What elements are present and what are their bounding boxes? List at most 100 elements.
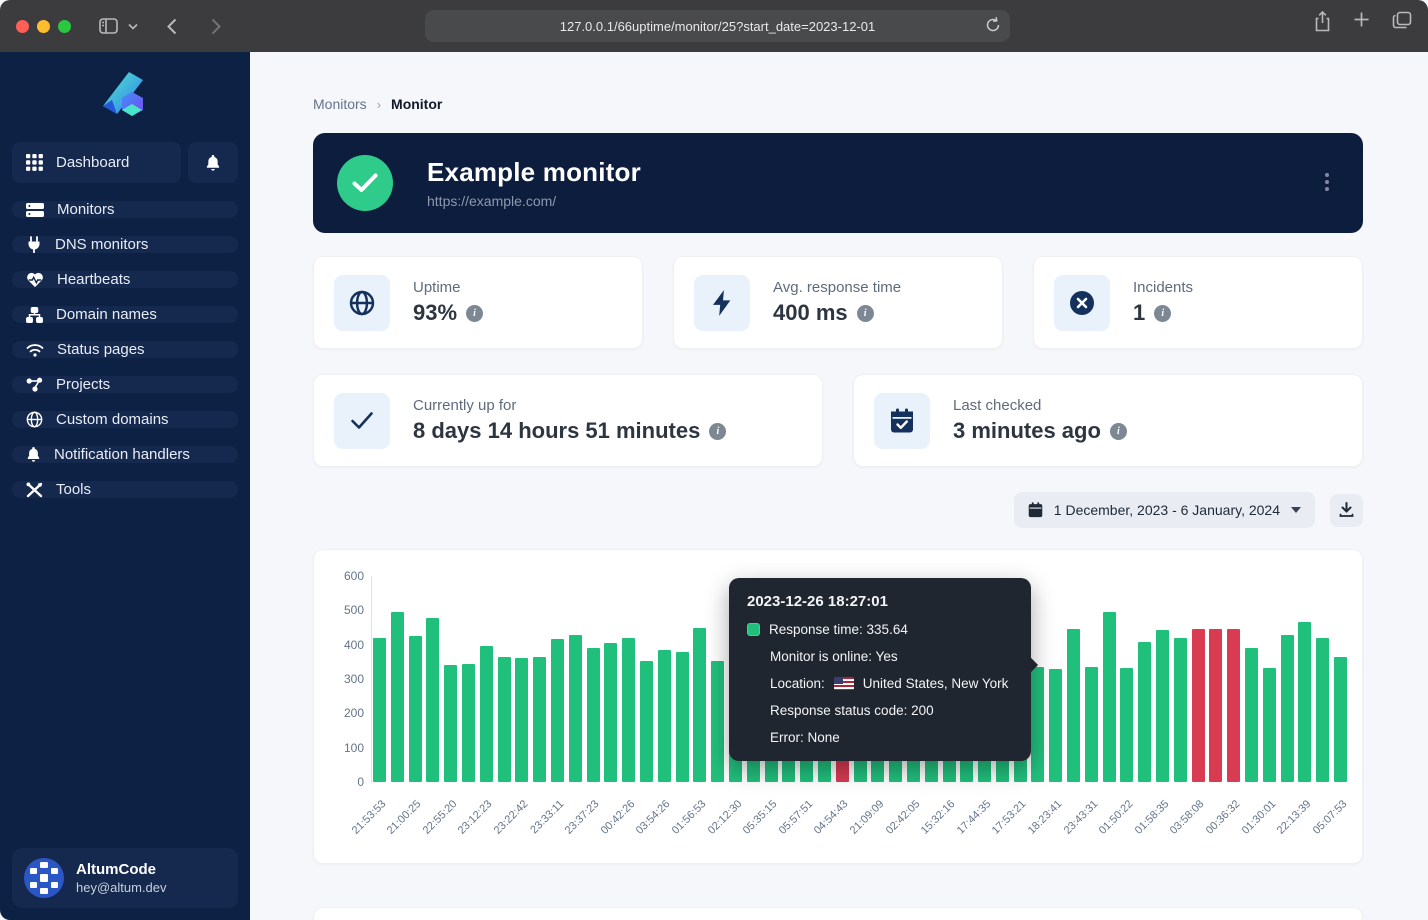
sidebar-item-status-pages[interactable]: Status pages — [12, 341, 238, 358]
minimize-window-button[interactable] — [37, 20, 50, 33]
sidebar-item-tools[interactable]: Tools — [12, 481, 238, 498]
chart-bar[interactable] — [444, 665, 457, 782]
info-icon[interactable]: i — [857, 305, 874, 322]
chart-bar[interactable] — [693, 628, 706, 782]
info-icon[interactable]: i — [466, 305, 483, 322]
chevron-down-icon[interactable] — [123, 11, 143, 41]
chart-bar[interactable] — [1209, 629, 1222, 782]
x-axis-labels: 21:53:5321:00:2522:55:2023:12:2323:22:42… — [373, 790, 1353, 860]
currently-up-card: Currently up for 8 days 14 hours 51 minu… — [313, 374, 823, 467]
chart-bar[interactable] — [1103, 612, 1116, 782]
chart-bar[interactable] — [1174, 638, 1187, 782]
app-logo[interactable] — [12, 66, 238, 142]
chart-bar[interactable] — [515, 658, 528, 782]
globe-icon — [334, 275, 390, 331]
sidebar-item-domain-names[interactable]: Domain names — [12, 306, 238, 323]
chart-bar[interactable] — [1227, 629, 1240, 782]
back-button[interactable] — [157, 11, 187, 41]
close-window-button[interactable] — [16, 20, 29, 33]
info-icon[interactable]: i — [1110, 423, 1127, 440]
chart-bar[interactable] — [1334, 657, 1347, 782]
monitor-header-card: Example monitor https://example.com/ — [313, 133, 1363, 233]
sidebar-item-custom-domains[interactable]: Custom domains — [12, 411, 238, 428]
share-icon[interactable] — [1314, 11, 1331, 37]
tooltip-error: Error: None — [770, 730, 840, 745]
sidebar-item-label: Custom domains — [56, 411, 169, 428]
tooltip-timestamp: 2023-12-26 18:27:01 — [747, 593, 1013, 610]
date-range-picker[interactable]: 1 December, 2023 - 6 January, 2024 — [1014, 492, 1315, 528]
tooltip-response-time: Response time: 335.64 — [769, 622, 908, 637]
forward-button[interactable] — [201, 11, 231, 41]
chart-bar[interactable] — [1156, 630, 1169, 782]
chart-bar[interactable] — [587, 648, 600, 782]
chart-bar[interactable] — [409, 636, 422, 782]
chart-bar[interactable] — [1281, 635, 1294, 782]
circle-xmark-icon — [1054, 275, 1110, 331]
chart-bar[interactable] — [373, 638, 386, 782]
chart-bar[interactable] — [1138, 642, 1151, 782]
chart-bar[interactable] — [1298, 622, 1311, 782]
chart-bar[interactable] — [1316, 638, 1329, 782]
chart-bar[interactable] — [480, 646, 493, 782]
chart-bar[interactable] — [711, 661, 724, 782]
breadcrumb-monitors-link[interactable]: Monitors — [313, 96, 367, 112]
window-controls[interactable] — [16, 20, 71, 33]
sidebar-item-monitors[interactable]: Monitors — [12, 201, 238, 218]
browser-toolbar: 127.0.0.1/66uptime/monitor/25?start_date… — [0, 0, 1428, 52]
monitor-name: Example monitor — [427, 157, 641, 188]
user-account[interactable]: AltumCode hey@altum.dev — [12, 848, 238, 908]
zoom-window-button[interactable] — [58, 20, 71, 33]
chart-bar[interactable] — [1067, 629, 1080, 782]
chart-bar[interactable] — [604, 643, 617, 782]
breadcrumb: Monitors › Monitor — [313, 96, 1363, 112]
notifications-button[interactable] — [188, 142, 238, 183]
chart-bar[interactable] — [1085, 667, 1098, 782]
chart-bar[interactable] — [658, 650, 671, 782]
info-icon[interactable]: i — [1154, 305, 1171, 322]
chart-bar[interactable] — [551, 639, 564, 783]
chart-bar[interactable] — [622, 638, 635, 782]
grid-icon — [26, 154, 43, 171]
sidebar-item-dns-monitors[interactable]: DNS monitors — [12, 236, 238, 253]
bell-icon — [26, 446, 41, 463]
monitor-url[interactable]: https://example.com/ — [427, 193, 641, 209]
last-checked-card: Last checked 3 minutes ago i — [853, 374, 1363, 467]
sidebar-item-label: DNS monitors — [55, 236, 148, 253]
chart-bar[interactable] — [462, 664, 475, 782]
chart-bar[interactable] — [1192, 629, 1205, 782]
info-icon[interactable]: i — [709, 423, 726, 440]
chart-bar[interactable] — [1263, 668, 1276, 782]
stat-value: 93% — [413, 300, 457, 326]
chart-bar[interactable] — [1245, 648, 1258, 782]
chart-bar[interactable] — [640, 661, 653, 782]
chart-bar[interactable] — [391, 612, 404, 782]
sidebar-item-projects[interactable]: Projects — [12, 376, 238, 393]
date-range-label: 1 December, 2023 - 6 January, 2024 — [1054, 502, 1280, 518]
tab-overview-icon[interactable] — [1392, 11, 1412, 37]
us-flag-icon — [834, 677, 854, 690]
sidebar-item-notification-handlers[interactable]: Notification handlers — [12, 446, 238, 463]
reload-icon[interactable] — [985, 16, 1001, 37]
chart-bar[interactable] — [569, 635, 582, 782]
sidebar-item-heartbeats[interactable]: Heartbeats — [12, 271, 238, 288]
chart-bar[interactable] — [426, 618, 439, 782]
status-up-icon — [337, 155, 393, 211]
chart-bar[interactable] — [1120, 668, 1133, 782]
monitor-menu-button[interactable] — [1323, 171, 1331, 193]
chart-bar[interactable] — [676, 652, 689, 782]
tools-icon — [26, 482, 43, 498]
y-tick-label: 400 — [330, 638, 364, 652]
new-tab-icon[interactable] — [1353, 11, 1370, 37]
export-button[interactable] — [1330, 494, 1363, 527]
bolt-icon — [694, 275, 750, 331]
chart-bar[interactable] — [1049, 669, 1062, 782]
sidebar-item-dashboard[interactable]: Dashboard — [12, 142, 181, 183]
chart-bar[interactable] — [498, 657, 511, 782]
address-bar[interactable]: 127.0.0.1/66uptime/monitor/25?start_date… — [425, 10, 1010, 42]
response-time-chart: 0100200300400500600 21:53:5321:00:2522:5… — [313, 549, 1363, 864]
download-icon — [1339, 502, 1354, 518]
status-row: Currently up for 8 days 14 hours 51 minu… — [313, 374, 1363, 467]
sidebar-toggle-icon[interactable] — [93, 11, 123, 41]
chart-bar[interactable] — [1031, 667, 1044, 782]
chart-bar[interactable] — [533, 657, 546, 782]
